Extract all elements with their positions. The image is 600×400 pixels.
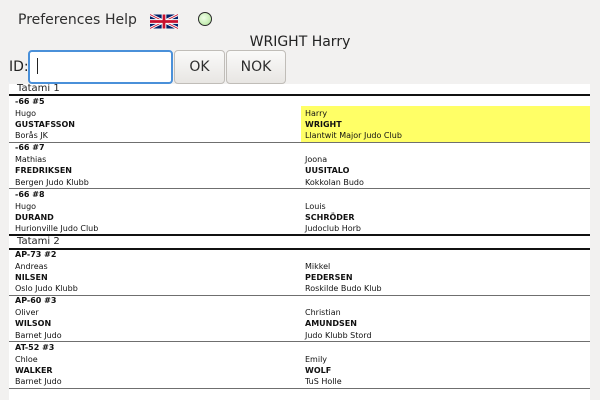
left-last-name: DURAND (15, 213, 54, 222)
left-last-name: NILSEN (15, 273, 48, 282)
left-first-name: Hugo (15, 109, 37, 118)
left-club: Oslo Judo Klubb (15, 284, 78, 293)
separator (9, 388, 590, 389)
separator (9, 142, 590, 143)
scrollbar-track[interactable] (590, 84, 600, 400)
right-club: TuS Holle (305, 377, 342, 386)
right-last-name: WOLF (305, 366, 332, 375)
left-last-name: WILSON (15, 319, 52, 328)
right-club: Judo Klubb Stord (305, 331, 372, 340)
menu-bar: Preferences Help (0, 10, 600, 34)
left-club: Bergen Judo Klubb (15, 178, 89, 187)
tatami-name: Tatami 1 (17, 84, 60, 94)
right-first-name: Louis (305, 202, 326, 211)
right-first-name: Emily (305, 355, 328, 364)
left-club: Barnet Judo (15, 331, 62, 340)
left-first-name: Hugo (15, 202, 37, 211)
fight-category: -66 #7 (15, 143, 45, 152)
left-first-name: Andreas (15, 262, 48, 271)
separator (9, 248, 590, 250)
right-last-name: AMUNDSEN (305, 319, 357, 328)
player-name: WRIGHT Harry (249, 34, 351, 50)
uk-flag-icon[interactable] (150, 14, 178, 29)
ok-button[interactable]: OK (174, 50, 225, 84)
separator (9, 188, 590, 189)
tatami-header: Tatami 2 (9, 237, 590, 248)
fight-category: AT-52 #3 (15, 343, 55, 352)
right-club: Kokkolan Budo (305, 178, 364, 187)
left-first-name: Mathias (15, 155, 47, 164)
separator (9, 234, 590, 236)
text-caret (37, 58, 38, 74)
right-first-name: Christian (305, 308, 341, 317)
right-first-name: Joona (305, 155, 328, 164)
right-first-name: Mikkel (305, 262, 331, 271)
id-input[interactable] (28, 50, 173, 84)
left-first-name: Chloe (15, 355, 38, 364)
status-indicator-icon (198, 12, 212, 26)
left-club: Hurionville Judo Club (15, 224, 99, 233)
tatami-name: Tatami 2 (17, 236, 60, 247)
fight-category: -66 #8 (15, 190, 45, 199)
separator (9, 94, 590, 96)
fight-category: -66 #5 (15, 97, 45, 106)
right-last-name: PEDERSEN (305, 273, 353, 282)
fight-category: AP-60 #3 (15, 296, 57, 305)
right-club: Judoclub Horb (305, 224, 361, 233)
fight-category: AP-73 #2 (15, 250, 57, 259)
separator (9, 295, 590, 296)
left-last-name: FREDRIKSEN (15, 166, 72, 175)
right-last-name: SCHRÖDER (305, 213, 355, 222)
fight-list[interactable]: Tatami 1 -66 #5 Hugo GUSTAFSSON Borås JK… (9, 84, 590, 400)
right-last-name: UUSITALO (305, 166, 350, 175)
menu-preferences[interactable]: Preferences (18, 12, 100, 28)
left-club: Borås JK (15, 131, 48, 140)
right-club: Llantwit Major Judo Club (305, 131, 402, 140)
nok-button[interactable]: NOK (226, 50, 286, 84)
right-last-name: WRIGHT (305, 120, 342, 129)
left-last-name: GUSTAFSSON (15, 120, 75, 129)
separator (9, 341, 590, 342)
menu-help[interactable]: Help (105, 12, 137, 28)
left-last-name: WALKER (15, 366, 53, 375)
right-first-name: Harry (305, 109, 328, 118)
left-first-name: Oliver (15, 308, 39, 317)
right-club: Roskilde Budo Klub (305, 284, 382, 293)
id-label: ID: (9, 59, 29, 75)
left-club: Barnet Judo (15, 377, 62, 386)
